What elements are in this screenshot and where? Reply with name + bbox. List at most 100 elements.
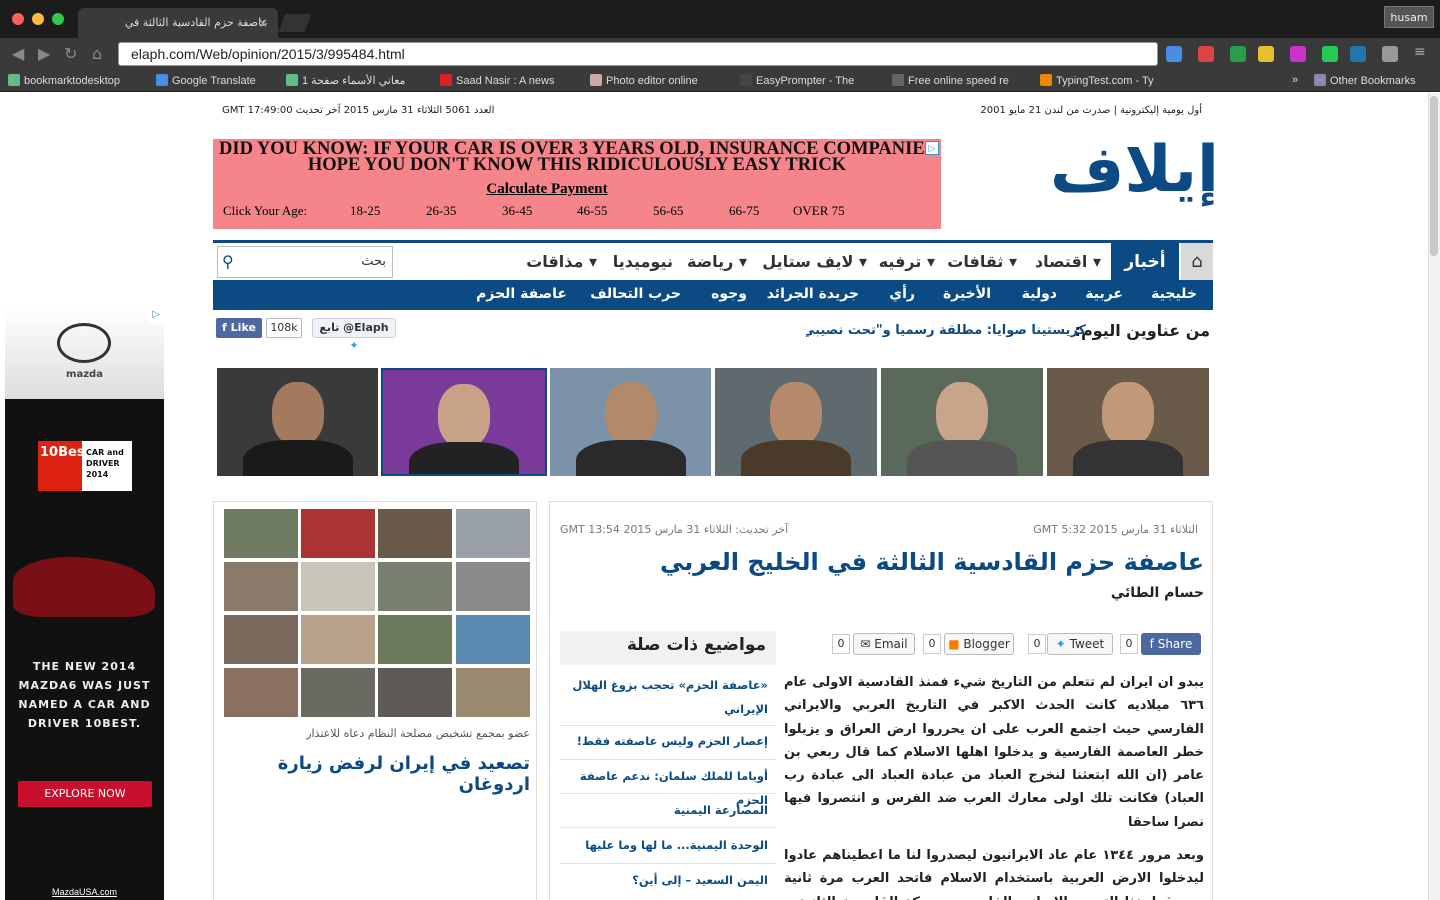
- adchoices-icon[interactable]: ▷: [148, 307, 164, 323]
- tab-close-icon[interactable]: ×: [258, 16, 268, 30]
- bookmark-item[interactable]: EasyPrompter - The: [740, 74, 870, 87]
- columnist-photo[interactable]: [715, 368, 877, 476]
- related-link[interactable]: إعصار الحزم وليس عاصفته فقط!: [568, 729, 768, 753]
- age-option[interactable]: 66-75: [729, 203, 759, 219]
- blogger-button[interactable]: ■ Blogger: [944, 633, 1014, 655]
- facebook-share-button[interactable]: f Share: [1141, 633, 1201, 655]
- columnist-photo[interactable]: [550, 368, 711, 476]
- explore-now-button[interactable]: EXPLORE NOW: [18, 781, 152, 807]
- nav-item-newmedia[interactable]: نيوميديا: [613, 252, 673, 271]
- mazda-ad[interactable]: mazda 10Best CAR and DRIVER 2014 THE NEW…: [5, 307, 164, 900]
- subnav-item[interactable]: جريدة الجرائد: [767, 286, 859, 302]
- gmail-extension-icon[interactable]: [1198, 46, 1214, 62]
- forward-arrow-icon[interactable]: ▶: [38, 44, 50, 63]
- gallery-thumb[interactable]: [224, 562, 298, 611]
- bookmark-item[interactable]: Saad Nasir : A news: [440, 74, 570, 87]
- age-option[interactable]: OVER 75: [793, 203, 845, 219]
- gallery-thumb[interactable]: [456, 615, 530, 664]
- columnist-photo[interactable]: [381, 368, 547, 476]
- chart-extension-icon[interactable]: [1350, 46, 1366, 62]
- pocket-extension-icon[interactable]: [1382, 46, 1398, 62]
- nav-item-news[interactable]: أخبار: [1111, 243, 1179, 281]
- browser-tab[interactable]: عاصفة حزم القادسية الثالثة في: [78, 8, 278, 38]
- gallery-thumb[interactable]: [224, 668, 298, 717]
- translate-extension-icon[interactable]: [1166, 46, 1182, 62]
- bookmark-item[interactable]: Google Translate: [156, 74, 256, 87]
- zoom-window-button[interactable]: [52, 13, 64, 25]
- tweet-button[interactable]: ✦ Tweet: [1047, 633, 1113, 655]
- subnav-item[interactable]: حرب التحالف: [590, 286, 681, 302]
- close-window-button[interactable]: [12, 13, 24, 25]
- address-bar[interactable]: elaph.com/Web/opinion/2015/3/995484.html: [118, 42, 1158, 66]
- calculate-payment-link[interactable]: Calculate Payment: [213, 181, 881, 198]
- columnist-photo[interactable]: [217, 368, 378, 476]
- t-extension-icon[interactable]: [1322, 46, 1338, 62]
- subnav-item[interactable]: خليجية: [1151, 286, 1197, 302]
- search-box[interactable]: ⚲ بحث: [217, 246, 393, 278]
- nav-item-sports[interactable]: رياضة ▾: [687, 252, 747, 271]
- profile-button[interactable]: husam: [1384, 6, 1434, 28]
- facebook-like-button[interactable]: f Like: [216, 318, 262, 338]
- gallery-thumb[interactable]: [224, 509, 298, 558]
- back-arrow-icon[interactable]: ◀: [12, 44, 24, 63]
- gallery-thumb[interactable]: [301, 509, 375, 558]
- gallery-thumb[interactable]: [456, 668, 530, 717]
- subnav-item[interactable]: رأي: [889, 286, 915, 302]
- age-option[interactable]: 36-45: [502, 203, 532, 219]
- email-button[interactable]: ✉ Email: [853, 633, 915, 655]
- gallery-caption[interactable]: عضو بمجمع تشخيص مصلحة النظام دعاه للاعتذ…: [220, 727, 530, 740]
- nav-item-economy[interactable]: اقتصاد ▾: [1035, 252, 1101, 271]
- insurance-ad-banner[interactable]: DID YOU KNOW: IF YOUR CAR IS OVER 3 YEAR…: [213, 139, 941, 229]
- subnav-item[interactable]: عاصفة الحزم: [476, 286, 567, 302]
- bookmark-item[interactable]: bookmarktodesktop: [8, 74, 120, 87]
- menu-icon[interactable]: ≡: [1414, 44, 1430, 60]
- gallery-thumb[interactable]: [456, 509, 530, 558]
- subnav-item[interactable]: الأخيرة: [943, 286, 991, 302]
- arrow-extension-icon[interactable]: [1258, 46, 1274, 62]
- related-link[interactable]: المصارعة اليمنية: [568, 798, 768, 822]
- age-option[interactable]: 46-55: [577, 203, 607, 219]
- new-tab-button[interactable]: [278, 14, 312, 32]
- nav-item-food[interactable]: مذاقات ▾: [526, 252, 597, 271]
- gallery-thumb[interactable]: [224, 615, 298, 664]
- reload-icon[interactable]: ↻: [64, 44, 77, 63]
- other-bookmarks[interactable]: Other Bookmarks: [1314, 74, 1416, 87]
- gallery-thumb[interactable]: [378, 668, 452, 717]
- gallery-thumb[interactable]: [301, 615, 375, 664]
- elaph-logo[interactable]: إيلاف: [1050, 133, 1219, 207]
- drive-extension-icon[interactable]: [1230, 46, 1246, 62]
- age-option[interactable]: 18-25: [350, 203, 380, 219]
- bookmark-item[interactable]: معاني الأسماء صفحة 1: [286, 74, 442, 87]
- bookmark-item[interactable]: Photo editor online: [590, 74, 720, 87]
- related-link[interactable]: اليمن السعيد – إلى أين؟: [568, 868, 768, 892]
- search-input[interactable]: بحث: [361, 254, 386, 269]
- adchoices-icon[interactable]: ▷: [925, 141, 939, 155]
- gallery-thumb[interactable]: [301, 668, 375, 717]
- related-link[interactable]: الوحدة اليمنية... ما لها وما عليها: [568, 833, 768, 857]
- related-link[interactable]: «عاصفة الحزم» تحجب بزوغ الهلال الإيراني: [568, 673, 768, 721]
- age-option[interactable]: 26-35: [426, 203, 456, 219]
- bookmark-item[interactable]: TypingTest.com - Ty: [1040, 74, 1170, 87]
- headline-ticker[interactable]: كريستينا صوايا: مطلقة رسمياً و"تحت نصيبي…: [806, 323, 1086, 338]
- article-author[interactable]: حسام الطائي: [1111, 585, 1204, 601]
- nav-item-culture[interactable]: ثقافات ▾: [947, 252, 1017, 271]
- subnav-item[interactable]: دولية: [1022, 286, 1057, 302]
- gallery-thumb[interactable]: [378, 562, 452, 611]
- bookmarks-overflow-button[interactable]: »: [1292, 74, 1298, 86]
- scrollbar-thumb[interactable]: [1430, 96, 1438, 256]
- twitter-follow-button[interactable]: تابع @Elaph ✦: [312, 318, 396, 352]
- gallery-thumb[interactable]: [378, 509, 452, 558]
- gallery-thumb[interactable]: [456, 562, 530, 611]
- columnist-photo[interactable]: [1047, 368, 1209, 476]
- gallery-headline[interactable]: تصعيد في إيران لرفض زيارة اردوغان: [220, 753, 530, 795]
- columnist-photo[interactable]: [881, 368, 1043, 476]
- subnav-item[interactable]: عربية: [1085, 286, 1123, 302]
- nav-item-entertainment[interactable]: ترفيه ▾: [879, 252, 935, 271]
- minimize-window-button[interactable]: [32, 13, 44, 25]
- bookmark-item[interactable]: Free online speed re: [892, 74, 1026, 87]
- age-option[interactable]: 56-65: [653, 203, 683, 219]
- home-icon[interactable]: ⌂: [92, 44, 102, 63]
- yahoo-extension-icon[interactable]: [1290, 46, 1306, 62]
- subnav-item[interactable]: وجوه: [711, 286, 747, 302]
- home-nav-icon[interactable]: ⌂: [1181, 243, 1213, 281]
